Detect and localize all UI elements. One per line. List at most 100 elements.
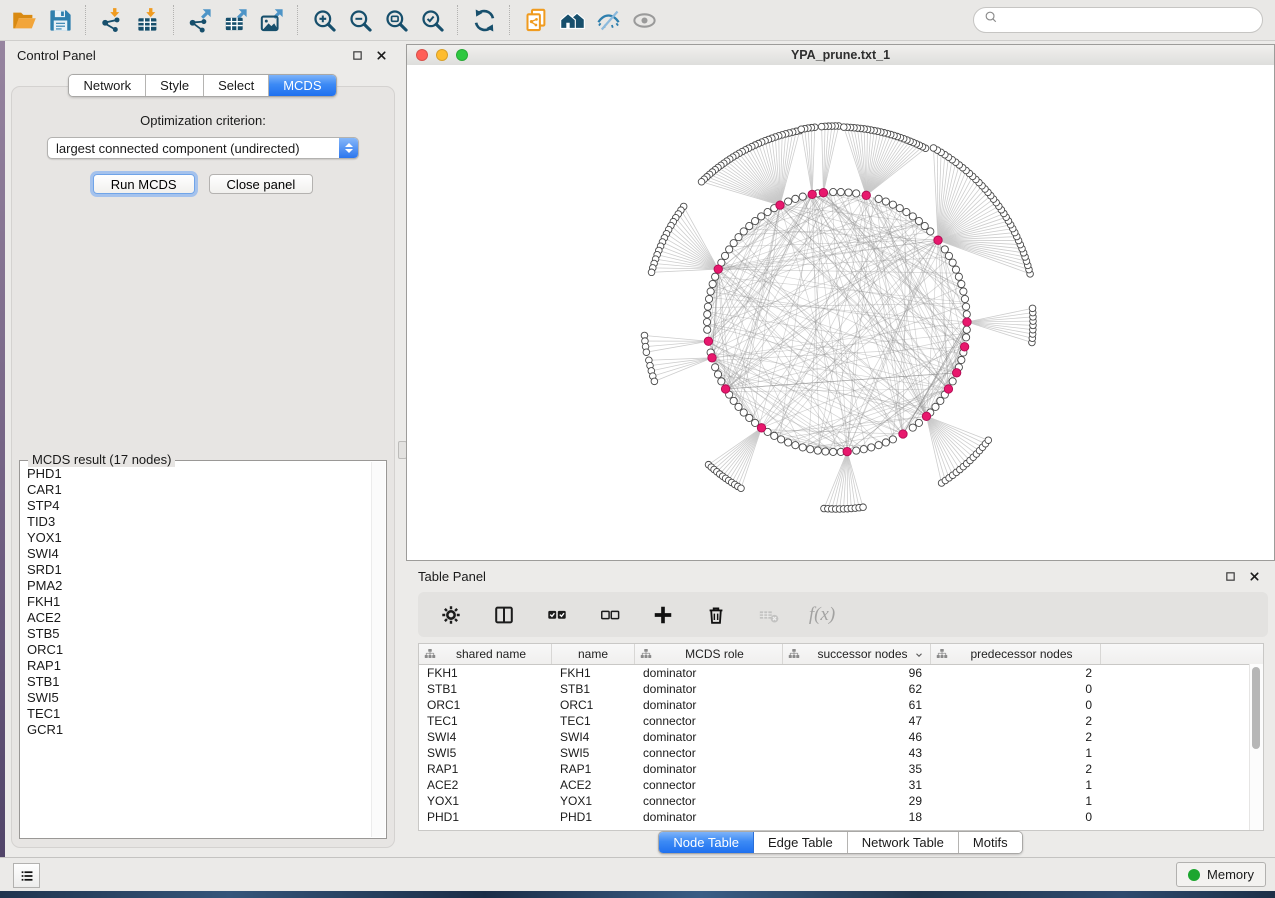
table-row[interactable]: YOX1YOX1connector291 <box>419 793 1263 809</box>
network-window-title: YPA_prune.txt_1 <box>791 48 890 62</box>
tab-network-table[interactable]: Network Table <box>848 832 959 853</box>
mcds-result-item[interactable]: PMA2 <box>22 578 371 594</box>
close-window-light[interactable] <box>416 49 428 61</box>
tab-style[interactable]: Style <box>146 75 204 96</box>
network-view-window: YPA_prune.txt_1 <box>406 44 1275 561</box>
column-header-name[interactable]: name <box>552 644 635 664</box>
zoom-selected-button[interactable] <box>414 3 450 37</box>
select-all-rows-button[interactable] <box>544 602 570 628</box>
column-header-mcds-role[interactable]: MCDS role <box>635 644 783 664</box>
mcds-result-item[interactable]: STB5 <box>22 626 371 642</box>
mcds-result-item[interactable]: STP4 <box>22 498 371 514</box>
mcds-result-title: MCDS result (17 nodes) <box>28 452 175 467</box>
run-mcds-button[interactable]: Run MCDS <box>93 174 195 194</box>
mcds-result-item[interactable]: ORC1 <box>22 642 371 658</box>
hide-details-button[interactable] <box>590 3 626 37</box>
split-view-button[interactable] <box>491 602 517 628</box>
table-row[interactable]: ORC1ORC1dominator610 <box>419 697 1263 713</box>
column-header-shared-name[interactable]: shared name <box>419 644 552 664</box>
optimization-criterion-select[interactable]: largest connected component (undirected) <box>47 137 359 159</box>
table-row[interactable]: SWI4SWI4dominator462 <box>419 729 1263 745</box>
zoom-out-button[interactable] <box>342 3 378 37</box>
mcds-result-item[interactable]: YOX1 <box>22 530 371 546</box>
table-row[interactable]: FKH1FKH1dominator962 <box>419 665 1263 681</box>
memory-button[interactable]: Memory <box>1176 862 1266 887</box>
table-row[interactable]: TEC1TEC1connector472 <box>419 713 1263 729</box>
export-network-button[interactable] <box>182 3 218 37</box>
add-column-button[interactable] <box>650 602 676 628</box>
deselect-all-rows-button[interactable] <box>597 602 623 628</box>
tab-node-table[interactable]: Node Table <box>659 832 754 853</box>
function-builder-icon: f(x) <box>809 604 835 626</box>
table-row[interactable]: STB1STB1dominator620 <box>419 681 1263 697</box>
mcds-result-item[interactable]: GCR1 <box>22 722 371 738</box>
show-details-button[interactable] <box>626 3 662 37</box>
tab-mcds[interactable]: MCDS <box>269 75 335 96</box>
export-table-icon <box>223 7 250 34</box>
mcds-result-item[interactable]: RAP1 <box>22 658 371 674</box>
table-scrollbar[interactable] <box>1249 664 1263 830</box>
first-neighbors-button[interactable] <box>554 3 590 37</box>
tab-motifs[interactable]: Motifs <box>959 832 1022 853</box>
zoom-in-button[interactable] <box>306 3 342 37</box>
tab-network[interactable]: Network <box>69 75 146 96</box>
table-row[interactable]: SWI5SWI5connector431 <box>419 745 1263 761</box>
dropdown-stepper-icon <box>339 138 358 158</box>
network-window-titlebar[interactable]: YPA_prune.txt_1 <box>407 45 1274 66</box>
mcds-result-item[interactable]: FKH1 <box>22 594 371 610</box>
tab-select[interactable]: Select <box>204 75 269 96</box>
mcds-result-item[interactable]: TEC1 <box>22 706 371 722</box>
table-row[interactable]: PHD1PHD1dominator180 <box>419 809 1263 825</box>
import-network-icon <box>99 7 126 34</box>
column-label: successor nodes <box>817 647 907 661</box>
mcds-result-item[interactable]: SRD1 <box>22 562 371 578</box>
network-canvas[interactable] <box>407 65 1274 560</box>
export-image-button[interactable] <box>254 3 290 37</box>
delete-columns-button[interactable] <box>703 602 729 628</box>
refresh-view-button[interactable] <box>466 3 502 37</box>
minimize-window-light[interactable] <box>436 49 448 61</box>
float-window-button[interactable] <box>351 49 364 62</box>
cell-mcds-role: dominator <box>635 730 783 744</box>
import-table-button[interactable] <box>130 3 166 37</box>
cell-shared-name: ACE2 <box>419 778 552 792</box>
close-panel-button[interactable] <box>1248 570 1261 583</box>
mcds-result-item[interactable]: CAR1 <box>22 482 371 498</box>
mcds-result-item[interactable]: STB1 <box>22 674 371 690</box>
cell-mcds-role: connector <box>635 794 783 808</box>
table-row[interactable]: ACE2ACE2connector311 <box>419 777 1263 793</box>
duplicate-network-button[interactable] <box>518 3 554 37</box>
table-row[interactable]: RAP1RAP1dominator352 <box>419 761 1263 777</box>
maximize-window-light[interactable] <box>456 49 468 61</box>
save-session-button[interactable] <box>42 3 78 37</box>
mcds-result-item[interactable]: PHD1 <box>22 466 371 482</box>
column-header-successor-nodes[interactable]: successor nodes <box>783 644 931 664</box>
tab-edge-table[interactable]: Edge Table <box>754 832 848 853</box>
close-panel-button[interactable]: Close panel <box>209 174 314 194</box>
import-network-button[interactable] <box>94 3 130 37</box>
table-options-button[interactable] <box>438 602 464 628</box>
mcds-result-item[interactable]: SWI5 <box>22 690 371 706</box>
zoom-fit-button[interactable] <box>378 3 414 37</box>
close-panel-button[interactable] <box>375 49 388 62</box>
table-options-icon <box>440 604 462 626</box>
float-window-button[interactable] <box>1224 570 1237 583</box>
column-header-predecessor-nodes[interactable]: predecessor nodes <box>931 644 1101 664</box>
export-table-button[interactable] <box>218 3 254 37</box>
cell-successor-nodes: 47 <box>783 714 931 728</box>
toolbar-icon-strip <box>6 3 662 37</box>
cell-shared-name: STB1 <box>419 682 552 696</box>
zoom-out-icon <box>347 7 374 34</box>
cell-name: RAP1 <box>552 762 635 776</box>
mcds-result-item[interactable]: ACE2 <box>22 610 371 626</box>
hierarchy-icon <box>788 648 800 660</box>
open-file-button[interactable] <box>6 3 42 37</box>
mcds-result-item[interactable]: TID3 <box>22 514 371 530</box>
search-box[interactable] <box>973 7 1263 33</box>
mcds-result-item[interactable]: SWI4 <box>22 546 371 562</box>
mcds-result-list[interactable]: PHD1CAR1STP4TID3YOX1SWI4SRD1PMA2FKH1ACE2… <box>22 466 371 836</box>
search-input[interactable] <box>1000 9 1262 31</box>
scrollbar-thumb[interactable] <box>1252 667 1260 749</box>
task-history-button[interactable] <box>13 863 40 888</box>
mcds-list-scrollbar[interactable] <box>371 462 385 837</box>
